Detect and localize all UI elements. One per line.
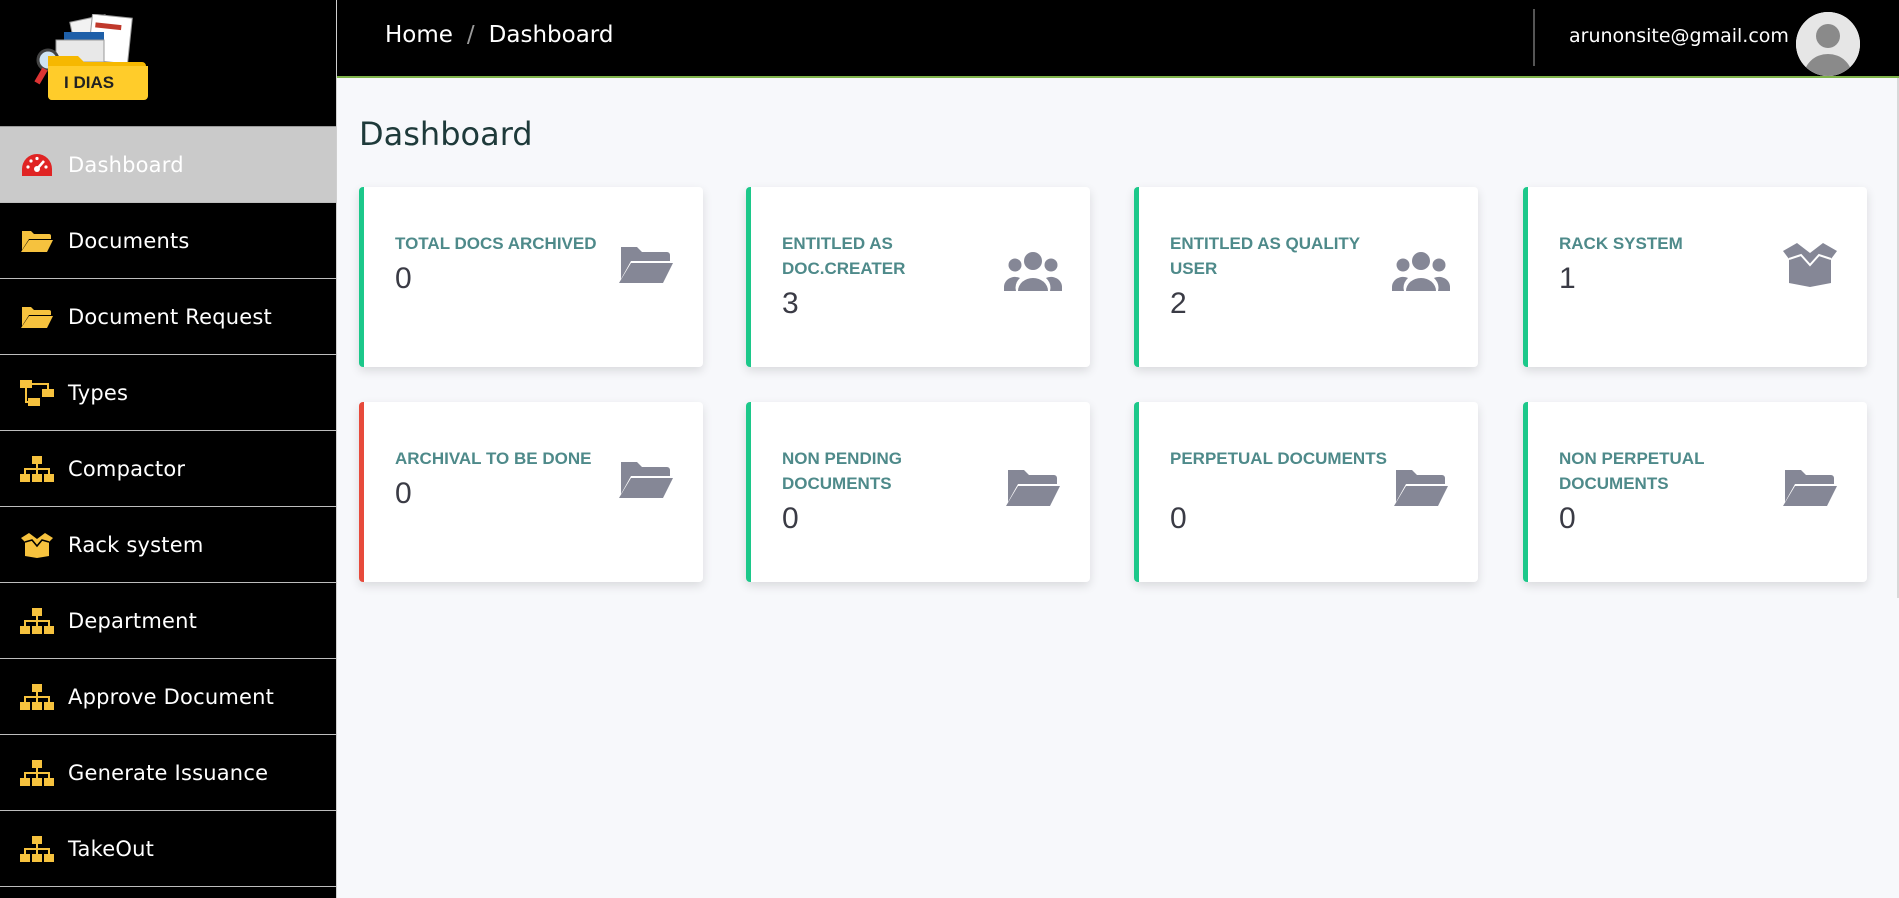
- sidebar-item-label: Approve Document: [68, 684, 275, 709]
- stat-card-value: 0: [395, 262, 412, 295]
- stat-card[interactable]: ARCHIVAL TO BE DONE 0: [359, 402, 703, 582]
- breadcrumb-separator: /: [466, 22, 475, 48]
- folder-open-icon: [20, 304, 54, 330]
- breadcrumb: Home / Dashboard: [385, 22, 613, 48]
- sidebar-item-types[interactable]: Types: [0, 355, 336, 431]
- stat-card-title: ENTITLED AS QUALITY USER: [1170, 234, 1360, 278]
- stat-card-value: 0: [395, 477, 412, 510]
- folder-open-icon: [20, 228, 54, 254]
- sidebar-item-label: Compactor: [68, 456, 186, 481]
- sitemap-icon: [20, 760, 54, 786]
- sitemap-icon: [20, 836, 54, 862]
- tachometer-icon: [20, 152, 54, 178]
- sidebar-item-label: Rack system: [68, 532, 204, 557]
- box-open-icon: [1781, 241, 1839, 287]
- logo-text: I DIAS: [64, 73, 114, 92]
- sidebar-item-rack-system[interactable]: Rack system: [0, 507, 336, 583]
- sitemap-icon: [20, 684, 54, 710]
- folder-open-icon: [617, 241, 675, 287]
- sidebar-item-label: Dashboard: [68, 152, 184, 177]
- topbar-divider: [1533, 9, 1535, 66]
- stat-card-title: NON PENDING DOCUMENTS: [782, 449, 902, 493]
- stat-card-title: ARCHIVAL TO BE DONE: [395, 449, 592, 468]
- stat-card[interactable]: NON PENDING DOCUMENTS 0: [746, 402, 1090, 582]
- breadcrumb-home-link[interactable]: Home: [385, 22, 453, 48]
- sidebar-item-generate-issuance[interactable]: Generate Issuance: [0, 735, 336, 811]
- sitemap-icon: [20, 608, 54, 634]
- app-logo[interactable]: I DIAS: [34, 14, 154, 106]
- sidebar-item-label: Document Request: [68, 304, 272, 329]
- top-navbar: Home / Dashboard arunonsite@gmail.com: [337, 0, 1899, 78]
- stat-card[interactable]: PERPETUAL DOCUMENTS 0: [1134, 402, 1478, 582]
- user-email[interactable]: arunonsite@gmail.com: [1569, 25, 1789, 47]
- logo-area: I DIAS: [0, 0, 336, 127]
- stat-card[interactable]: NON PERPETUAL DOCUMENTS 0: [1523, 402, 1867, 582]
- project-diagram-icon: [20, 380, 54, 406]
- users-icon: [1004, 249, 1062, 295]
- stat-card-title: PERPETUAL DOCUMENTS: [1170, 449, 1387, 468]
- sidebar-item-compactor[interactable]: Compactor: [0, 431, 336, 507]
- folder-open-icon: [1392, 464, 1450, 510]
- stat-card[interactable]: ENTITLED AS DOC.CREATER 3: [746, 187, 1090, 367]
- sidebar-item-label: Generate Issuance: [68, 760, 269, 785]
- user-avatar-icon: [1796, 12, 1860, 76]
- stat-card-title: RACK SYSTEM: [1559, 234, 1683, 253]
- stat-card-title: TOTAL DOCS ARCHIVED: [395, 234, 597, 253]
- sitemap-icon: [20, 456, 54, 482]
- stat-card[interactable]: RACK SYSTEM 1: [1523, 187, 1867, 367]
- sidebar-item-department[interactable]: Department: [0, 583, 336, 659]
- sidebar-item-label: Department: [68, 608, 198, 633]
- users-icon: [1392, 249, 1450, 295]
- sidebar-item-label: Types: [68, 380, 129, 405]
- stat-card-value: 0: [1170, 502, 1187, 535]
- page-title: Dashboard: [359, 115, 533, 153]
- breadcrumb-current: Dashboard: [488, 22, 614, 48]
- stat-card[interactable]: ENTITLED AS QUALITY USER 2: [1134, 187, 1478, 367]
- stat-card-value: 3: [782, 287, 799, 320]
- box-open-icon: [20, 532, 54, 558]
- sidebar-item-documents[interactable]: Documents: [0, 203, 336, 279]
- stat-card-value: 2: [1170, 287, 1187, 320]
- stat-card-value: 0: [782, 502, 799, 535]
- folder-open-icon: [617, 456, 675, 502]
- stat-card-title: NON PERPETUAL DOCUMENTS: [1559, 449, 1705, 493]
- stat-card[interactable]: TOTAL DOCS ARCHIVED 0: [359, 187, 703, 367]
- sidebar: I DIAS Dashboard Documents Document Reques…: [0, 0, 337, 898]
- avatar[interactable]: [1796, 12, 1860, 76]
- sidebar-item-document-request[interactable]: Document Request: [0, 279, 336, 355]
- folder-open-icon: [1781, 464, 1839, 510]
- sidebar-item-label: TakeOut: [68, 836, 155, 861]
- sidebar-item-label: Documents: [68, 228, 190, 253]
- folder-open-icon: [1004, 464, 1062, 510]
- stat-card-title: ENTITLED AS DOC.CREATER: [782, 234, 906, 278]
- sidebar-item-dashboard[interactable]: Dashboard: [0, 127, 336, 203]
- sidebar-item-approve-document[interactable]: Approve Document: [0, 659, 336, 735]
- sidebar-nav: Dashboard Documents Document Request Types C…: [0, 127, 336, 887]
- stat-card-value: 0: [1559, 502, 1576, 535]
- stat-card-value: 1: [1559, 262, 1576, 295]
- sidebar-item-takeout[interactable]: TakeOut: [0, 811, 336, 887]
